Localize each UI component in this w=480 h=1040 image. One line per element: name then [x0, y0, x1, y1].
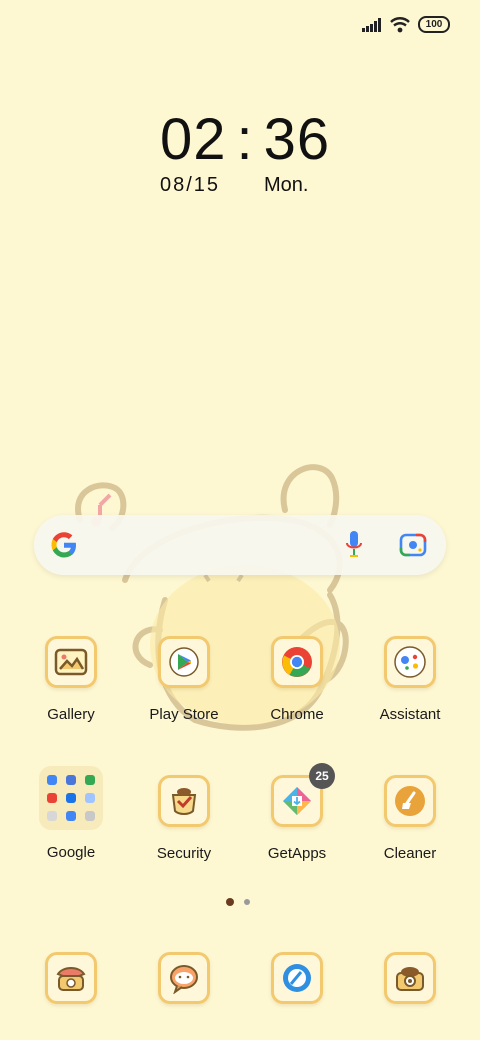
notification-badge: 25 — [309, 763, 335, 789]
google-search-bar[interactable] — [34, 515, 446, 575]
clock-time[interactable]: 02:36 — [160, 106, 330, 173]
app-chrome[interactable]: Chrome — [247, 636, 347, 723]
messaging-icon — [158, 952, 210, 1004]
page-dot[interactable] — [244, 899, 250, 905]
browser-icon — [271, 952, 323, 1004]
dock-messaging[interactable] — [134, 952, 234, 1004]
app-label: Play Store — [149, 706, 219, 723]
wifi-icon — [390, 16, 410, 32]
dock-phone[interactable] — [21, 952, 121, 1004]
app-cleaner[interactable]: Cleaner — [360, 775, 460, 862]
app-label: Assistant — [379, 706, 441, 723]
app-label: Chrome — [270, 706, 324, 723]
chrome-icon — [271, 636, 323, 688]
page-indicator[interactable] — [226, 898, 250, 906]
app-gallery[interactable]: Gallery — [21, 636, 121, 723]
clock-minutes: 36 — [263, 107, 331, 172]
app-label: Security — [156, 845, 212, 862]
app-getapps[interactable]: 25 GetApps — [247, 763, 347, 862]
app-security[interactable]: Security — [134, 775, 234, 862]
cleaner-icon — [384, 775, 436, 827]
google-lens-icon[interactable] — [398, 530, 428, 560]
clock-date: 08/15 — [160, 174, 221, 196]
app-label: Cleaner — [383, 845, 437, 862]
status-bar: 100 — [362, 16, 450, 33]
app-play-store[interactable]: Play Store — [134, 636, 234, 723]
clock-separator: : — [236, 107, 254, 172]
camera-icon — [384, 952, 436, 1004]
app-label: Google — [46, 844, 96, 861]
app-label: GetApps — [267, 845, 327, 862]
dock-camera[interactable] — [360, 952, 460, 1004]
folder-icon — [39, 766, 103, 830]
folder-google[interactable]: Google — [21, 766, 121, 861]
gallery-icon — [45, 636, 97, 688]
google-logo-icon — [51, 532, 76, 558]
security-icon — [158, 775, 210, 827]
phone-icon — [45, 952, 97, 1004]
app-assistant[interactable]: Assistant — [360, 636, 460, 723]
clock-hours: 02 — [160, 107, 227, 172]
page-dot-active[interactable] — [226, 898, 234, 906]
dock-browser[interactable] — [247, 952, 347, 1004]
play-store-icon — [158, 636, 210, 688]
voice-search-icon[interactable] — [344, 529, 364, 561]
app-label: Gallery — [47, 706, 95, 723]
signal-icon — [362, 17, 381, 32]
assistant-icon — [384, 636, 436, 688]
battery-level: 100 — [425, 18, 443, 30]
battery-indicator: 100 — [418, 16, 450, 33]
clock-weekday: Mon. — [264, 174, 309, 196]
